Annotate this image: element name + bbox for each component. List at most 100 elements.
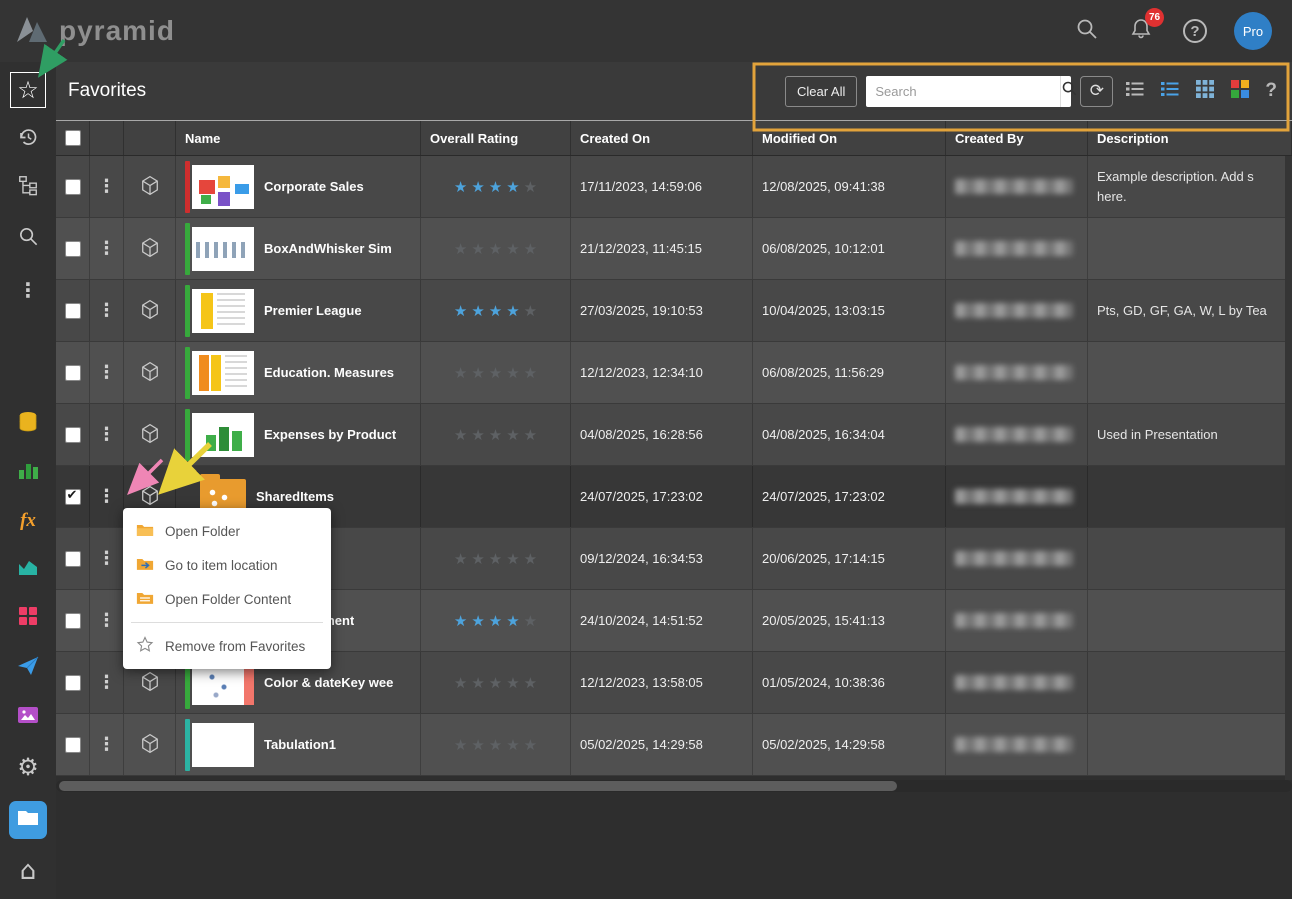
color-grid-view-button[interactable] (1227, 78, 1253, 104)
sidebar-item-history[interactable] (10, 121, 46, 157)
menu-item-open-folder-content[interactable]: Open Folder Content (123, 582, 331, 616)
row-checkbox[interactable] (65, 427, 81, 443)
header-name[interactable]: Name (176, 121, 421, 155)
row-checkbox[interactable] (65, 489, 81, 505)
row-menu-dots-icon[interactable]: ⋮ (98, 550, 116, 568)
star-icon[interactable]: ★ (506, 240, 519, 258)
star-icon[interactable]: ★ (506, 612, 519, 630)
row-menu-dots-icon[interactable]: ⋮ (98, 178, 116, 196)
star-icon[interactable]: ★ (471, 364, 484, 382)
row-menu-dots-icon[interactable]: ⋮ (98, 240, 116, 258)
star-icon[interactable]: ★ (489, 426, 502, 444)
table-row[interactable]: ⋮ Expenses by Product ★★★★★ 04/08/2025, … (56, 404, 1292, 466)
item-name[interactable]: Color & dateKey wee (264, 675, 393, 690)
menu-item-remove-from-favorites[interactable]: Remove from Favorites (123, 629, 331, 663)
sidebar-item-present[interactable] (10, 600, 46, 636)
item-type-cube-icon[interactable] (140, 175, 160, 199)
table-row[interactable]: ⋮ BoxAndWhisker Sim ★★★★★ 21/12/2023, 11… (56, 218, 1292, 280)
sidebar-item-settings[interactable]: ⚙ (10, 749, 46, 785)
vertical-scrollbar[interactable] (1285, 156, 1292, 780)
menu-item-go-to-item-location[interactable]: Go to item location (123, 548, 331, 582)
toolbar-help-button[interactable]: ? (1262, 80, 1280, 102)
star-icon[interactable]: ★ (524, 240, 537, 258)
star-icon[interactable]: ★ (524, 736, 537, 754)
horizontal-scrollbar-thumb[interactable] (59, 781, 897, 791)
star-icon[interactable]: ★ (506, 364, 519, 382)
table-row[interactable]: ⋮ Tabulation1 ★★★★★ 05/02/2025, 14:29:58… (56, 714, 1292, 776)
header-description[interactable]: Description (1088, 121, 1292, 155)
item-name[interactable]: BoxAndWhisker Sim (264, 241, 392, 256)
item-type-cube-icon[interactable] (140, 299, 160, 323)
item-name[interactable]: Expenses by Product (264, 427, 396, 442)
star-icon[interactable]: ★ (471, 674, 484, 692)
item-thumbnail[interactable] (192, 165, 254, 209)
sidebar-item-content-tree[interactable] (10, 169, 46, 205)
sidebar-item-model[interactable] (10, 551, 46, 587)
row-checkbox[interactable] (65, 179, 81, 195)
row-menu-dots-icon[interactable]: ⋮ (98, 488, 116, 506)
star-icon[interactable]: ★ (506, 736, 519, 754)
row-checkbox[interactable] (65, 737, 81, 753)
item-thumbnail[interactable] (192, 227, 254, 271)
star-icon[interactable]: ★ (454, 674, 467, 692)
row-checkbox[interactable] (65, 675, 81, 691)
star-icon[interactable]: ★ (471, 736, 484, 754)
star-icon[interactable]: ★ (454, 550, 467, 568)
clear-all-button[interactable]: Clear All (785, 76, 857, 107)
row-menu-dots-icon[interactable]: ⋮ (98, 426, 116, 444)
header-created-by[interactable]: Created By (946, 121, 1088, 155)
row-checkbox[interactable] (65, 551, 81, 567)
star-icon[interactable]: ★ (506, 178, 519, 196)
sidebar-item-publish[interactable] (10, 650, 46, 686)
item-name[interactable]: Premier League (264, 303, 362, 318)
detail-view-button[interactable] (1122, 78, 1148, 104)
star-icon[interactable]: ★ (524, 426, 537, 444)
row-menu-dots-icon[interactable]: ⋮ (98, 736, 116, 754)
star-icon[interactable]: ★ (489, 674, 502, 692)
header-modified-on[interactable]: Modified On (753, 121, 946, 155)
item-thumbnail[interactable] (192, 351, 254, 395)
star-icon[interactable]: ★ (524, 302, 537, 320)
star-icon[interactable]: ★ (524, 674, 537, 692)
star-icon[interactable]: ★ (489, 364, 502, 382)
sidebar-item-discover[interactable] (10, 454, 46, 490)
star-icon[interactable]: ★ (489, 178, 502, 196)
search-input[interactable] (866, 76, 1060, 107)
item-name[interactable]: Education. Measures (264, 365, 394, 380)
horizontal-scrollbar[interactable] (56, 780, 1292, 792)
star-icon[interactable]: ★ (506, 302, 519, 320)
star-icon[interactable]: ★ (506, 426, 519, 444)
list-view-button[interactable] (1157, 78, 1183, 104)
row-checkbox[interactable] (65, 365, 81, 381)
star-icon[interactable]: ★ (471, 302, 484, 320)
row-checkbox[interactable] (65, 303, 81, 319)
star-icon[interactable]: ★ (489, 612, 502, 630)
item-type-cube-icon[interactable] (140, 733, 160, 757)
app-logo[interactable]: pyramid (0, 13, 175, 50)
sidebar-item-search[interactable] (10, 221, 46, 257)
row-menu-dots-icon[interactable]: ⋮ (98, 612, 116, 630)
row-menu-dots-icon[interactable]: ⋮ (98, 302, 116, 320)
item-type-cube-icon[interactable] (140, 237, 160, 261)
star-icon[interactable]: ★ (454, 736, 467, 754)
star-icon[interactable]: ★ (524, 364, 537, 382)
star-icon[interactable]: ★ (506, 674, 519, 692)
item-type-cube-icon[interactable] (140, 671, 160, 695)
item-type-cube-icon[interactable] (140, 423, 160, 447)
search-submit-button[interactable] (1060, 76, 1078, 107)
item-type-cube-icon[interactable] (140, 361, 160, 385)
item-thumbnail[interactable] (192, 723, 254, 767)
star-icon[interactable]: ★ (489, 550, 502, 568)
header-rating[interactable]: Overall Rating (421, 121, 571, 155)
item-name[interactable]: SharedItems (256, 489, 334, 504)
row-menu-dots-icon[interactable]: ⋮ (98, 674, 116, 692)
star-icon[interactable]: ★ (454, 426, 467, 444)
star-icon[interactable]: ★ (506, 550, 519, 568)
star-icon[interactable]: ★ (471, 426, 484, 444)
star-icon[interactable]: ★ (524, 178, 537, 196)
star-icon[interactable]: ★ (489, 736, 502, 754)
sidebar-item-content-folder[interactable] (9, 801, 47, 839)
star-icon[interactable]: ★ (524, 612, 537, 630)
sidebar-item-data[interactable] (10, 406, 46, 442)
star-icon[interactable]: ★ (454, 364, 467, 382)
